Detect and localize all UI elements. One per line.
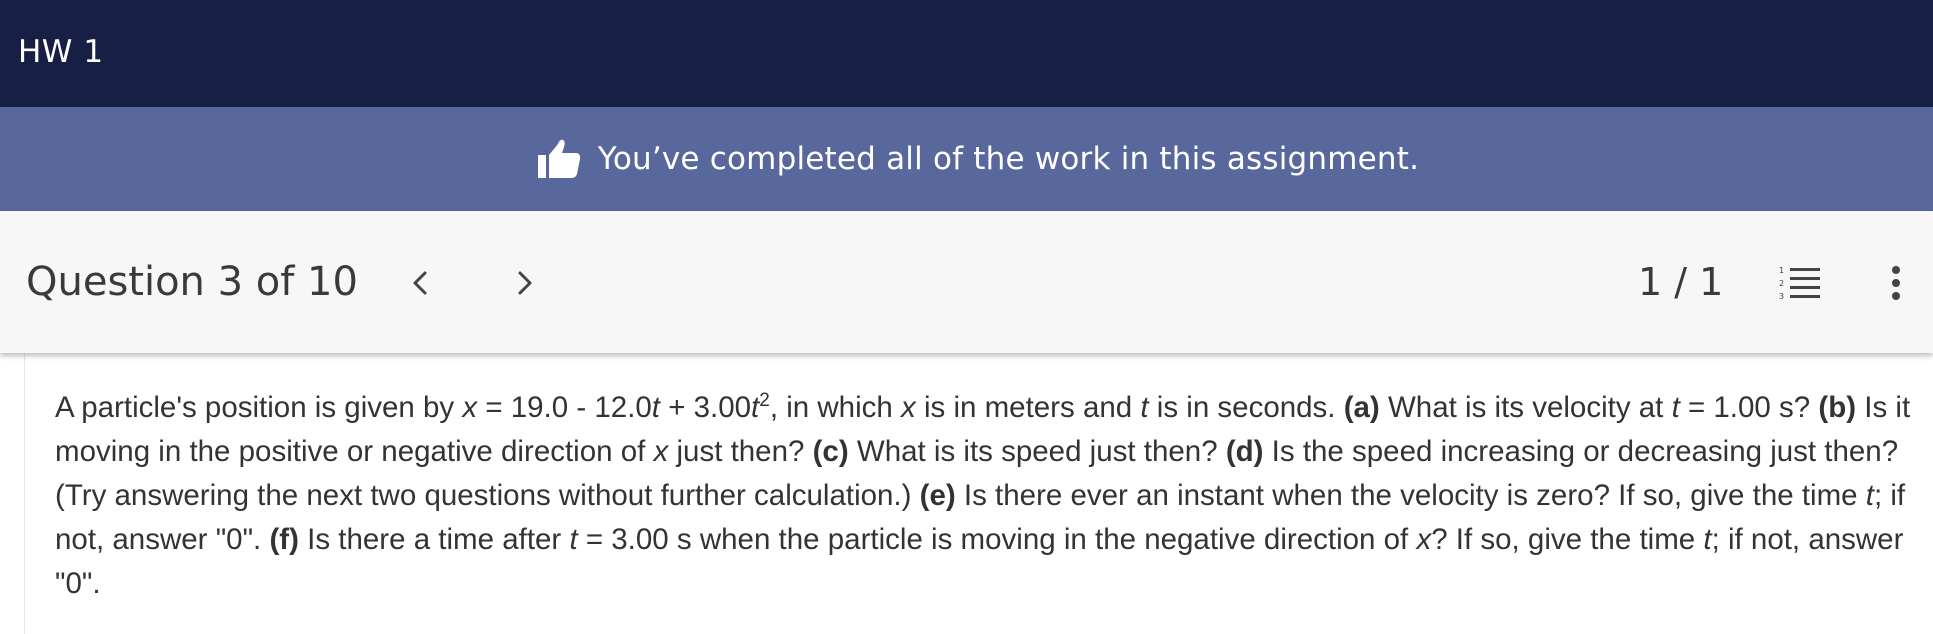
part-a-label: (a): [1343, 391, 1380, 424]
question-progress: 1 / 1: [1638, 260, 1724, 304]
part-e-label: (e): [919, 479, 956, 512]
thumbs-up-icon: [536, 136, 582, 182]
more-options-button[interactable]: [1884, 263, 1908, 303]
more-vertical-icon: [1892, 266, 1900, 300]
part-b-label: (b): [1818, 391, 1857, 424]
svg-text:1: 1: [1779, 266, 1784, 275]
part-c-label: (c): [812, 435, 849, 468]
part-d-label: (d): [1225, 435, 1264, 468]
completion-banner: You’ve completed all of the work in this…: [0, 107, 1933, 211]
question-text: A particle's position is given by x = 19…: [55, 390, 1911, 600]
chevron-right-icon: [518, 271, 532, 295]
svg-text:2: 2: [1779, 279, 1784, 288]
question-navigation-bar: Question 3 of 10 1 / 1 1 2 3: [0, 211, 1933, 353]
assignment-title: HW 1: [18, 34, 104, 70]
top-header: HW 1: [0, 0, 1933, 107]
numbered-list-icon: 1 2 3: [1779, 266, 1820, 301]
previous-question-button[interactable]: [400, 263, 440, 303]
question-content: A particle's position is given by x = 19…: [24, 353, 1933, 634]
completion-banner-content: You’ve completed all of the work in this…: [536, 136, 1419, 182]
svg-text:3: 3: [1779, 292, 1784, 301]
part-f-label: (f): [269, 523, 299, 556]
question-list-button[interactable]: 1 2 3: [1775, 263, 1823, 303]
question-counter: Question 3 of 10: [26, 259, 358, 305]
completion-message: You’ve completed all of the work in this…: [597, 141, 1420, 177]
next-question-button[interactable]: [505, 263, 545, 303]
chevron-left-icon: [413, 271, 427, 295]
